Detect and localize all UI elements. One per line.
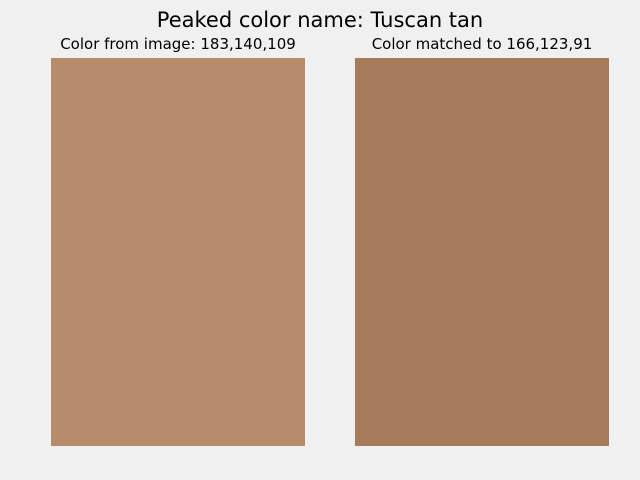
figure-title: Peaked color name: Tuscan tan [156,8,484,32]
matched-color-swatch [355,58,609,446]
image-color-swatch [51,58,305,446]
matched-color-label: Color matched to 166,123,91 [371,35,593,53]
image-color-label: Color from image: 183,140,109 [60,35,296,53]
